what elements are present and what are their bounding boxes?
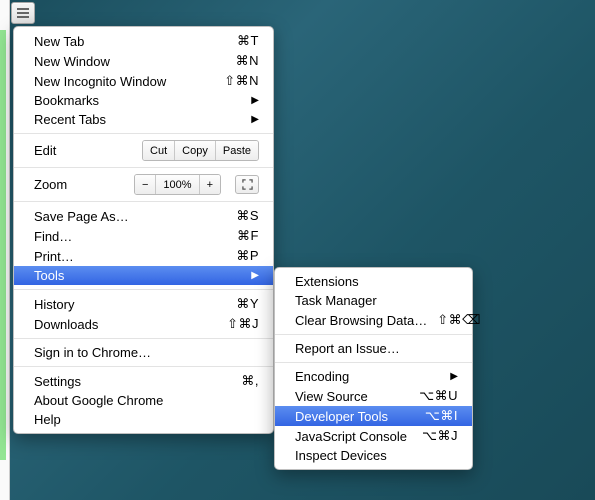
menu-separator [275, 362, 472, 363]
chevron-right-icon: ▶ [450, 371, 458, 382]
menu-item-label: Inspect Devices [295, 448, 458, 463]
paste-button[interactable]: Paste [216, 141, 258, 160]
menu-item-label: New Window [34, 54, 226, 69]
main-item-tools[interactable]: Tools ▶ [14, 266, 273, 285]
zoom-in-button[interactable]: + [200, 175, 220, 194]
menu-item-label: Task Manager [295, 293, 458, 308]
menu-item-label: Bookmarks [34, 93, 243, 108]
menu-item-label: Extensions [295, 274, 458, 289]
tools-item-js-console[interactable]: JavaScript Console ⌥⌘J [275, 426, 472, 446]
fullscreen-button[interactable] [235, 175, 259, 194]
menu-item-label: History [34, 297, 226, 312]
main-item-new-window[interactable]: New Window ⌘N [14, 51, 273, 71]
fullscreen-icon [242, 179, 253, 190]
menu-item-label: Help [34, 412, 259, 427]
menu-separator [14, 289, 273, 290]
menu-item-shortcut: ⌘S [236, 208, 259, 224]
menu-item-shortcut: ⌘T [237, 33, 259, 49]
main-item-history[interactable]: History ⌘Y [14, 294, 273, 314]
menu-item-shortcut: ⇧⌘⌫ [437, 312, 481, 328]
menu-item-label: New Tab [34, 34, 227, 49]
tools-item-view-source[interactable]: View Source ⌥⌘U [275, 386, 472, 406]
tools-item-encoding[interactable]: Encoding ▶ [275, 367, 472, 386]
menu-separator [14, 366, 273, 367]
main-item-downloads[interactable]: Downloads ⇧⌘J [14, 314, 273, 334]
menu-item-shortcut: ⌘F [237, 228, 259, 244]
menu-item-label: Recent Tabs [34, 112, 243, 127]
main-item-new-incognito[interactable]: New Incognito Window ⇧⌘N [14, 71, 273, 91]
tools-item-inspect-devices[interactable]: Inspect Devices [275, 446, 472, 465]
menu-item-shortcut: ⌥⌘J [422, 428, 458, 444]
zoom-out-button[interactable]: − [135, 175, 156, 194]
chevron-right-icon: ▶ [251, 95, 259, 106]
menu-item-shortcut: ⌘Y [236, 296, 259, 312]
zoom-button-group: −100%+ [134, 174, 221, 195]
hamburger-menu-button[interactable] [11, 2, 35, 24]
menu-item-shortcut: ⌥⌘U [419, 388, 458, 404]
menu-item-label: Report an Issue… [295, 341, 458, 356]
menu-item-shortcut: ⌘, [241, 373, 259, 389]
menu-item-shortcut: ⌘P [236, 248, 259, 264]
copy-button[interactable]: Copy [175, 141, 216, 160]
zoom-value: 100% [156, 175, 199, 194]
menu-separator [275, 334, 472, 335]
chevron-right-icon: ▶ [251, 270, 259, 281]
edit-button-group: CutCopyPaste [142, 140, 259, 161]
main-item-save-page[interactable]: Save Page As… ⌘S [14, 206, 273, 226]
menu-separator [14, 201, 273, 202]
zoom-label: Zoom [34, 177, 130, 192]
zoom-row: Zoom−100%+ [14, 172, 273, 197]
tools-item-clear-browsing[interactable]: Clear Browsing Data…⇧⌘⌫ [275, 310, 472, 330]
menu-item-label: Tools [34, 268, 243, 283]
menu-item-label: Save Page As… [34, 209, 226, 224]
main-menu: New Tab ⌘T New Window ⌘N New Incognito Windo… [13, 26, 274, 434]
tools-item-report-issue[interactable]: Report an Issue… [275, 339, 472, 358]
menu-item-label: Clear Browsing Data… [295, 313, 427, 328]
browser-accent-strip [0, 30, 6, 460]
menu-item-shortcut: ⌘N [236, 53, 259, 69]
menu-item-label: Find… [34, 229, 227, 244]
main-item-signin[interactable]: Sign in to Chrome… [14, 343, 273, 362]
edit-label: Edit [34, 143, 138, 158]
menu-item-label: JavaScript Console [295, 429, 412, 444]
menu-separator [14, 133, 273, 134]
menu-item-shortcut: ⌥⌘I [425, 408, 458, 424]
main-item-bookmarks[interactable]: Bookmarks ▶ [14, 91, 273, 110]
menu-item-label: Print… [34, 249, 226, 264]
menu-item-label: Encoding [295, 369, 442, 384]
main-item-about[interactable]: About Google Chrome [14, 391, 273, 410]
menu-separator [14, 338, 273, 339]
menu-item-label: Downloads [34, 317, 217, 332]
menu-item-label: New Incognito Window [34, 74, 214, 89]
cut-button[interactable]: Cut [143, 141, 175, 160]
tools-item-extensions[interactable]: Extensions [275, 272, 472, 291]
menu-item-label: Developer Tools [295, 409, 415, 424]
tools-item-dev-tools[interactable]: Developer Tools ⌥⌘I [275, 406, 472, 426]
main-item-find[interactable]: Find… ⌘F [14, 226, 273, 246]
menu-item-shortcut: ⇧⌘N [224, 73, 259, 89]
menu-item-shortcut: ⇧⌘J [227, 316, 259, 332]
hamburger-icon [17, 8, 29, 10]
tools-item-task-manager[interactable]: Task Manager [275, 291, 472, 310]
tools-submenu: Extensions Task Manager Clear Browsing Dat… [274, 267, 473, 470]
main-item-recent-tabs[interactable]: Recent Tabs ▶ [14, 110, 273, 129]
chevron-right-icon: ▶ [251, 114, 259, 125]
main-item-new-tab[interactable]: New Tab ⌘T [14, 31, 273, 51]
menu-item-label: About Google Chrome [34, 393, 259, 408]
main-item-settings[interactable]: Settings ⌘, [14, 371, 273, 391]
main-item-print[interactable]: Print… ⌘P [14, 246, 273, 266]
menu-item-label: View Source [295, 389, 409, 404]
main-item-help[interactable]: Help [14, 410, 273, 429]
edit-row: Edit CutCopyPaste [14, 138, 273, 163]
menu-item-label: Sign in to Chrome… [34, 345, 259, 360]
menu-item-label: Settings [34, 374, 231, 389]
menu-separator [14, 167, 273, 168]
